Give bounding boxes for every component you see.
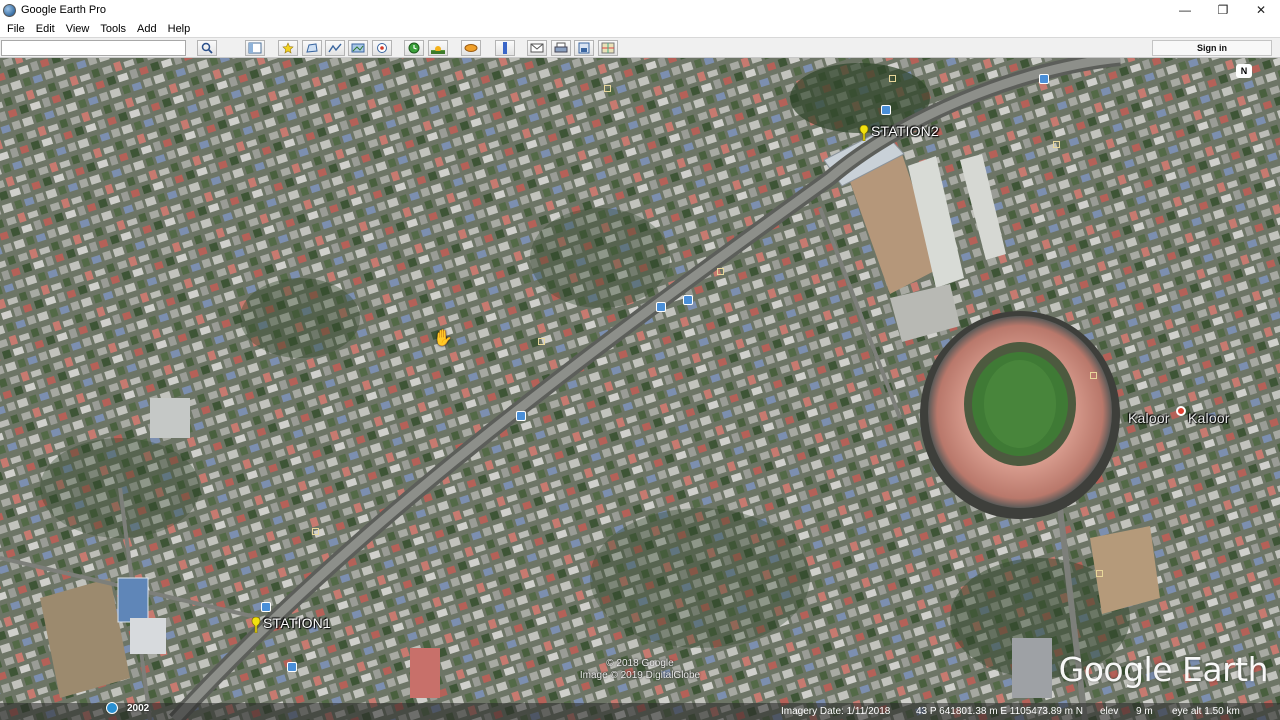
menu-bar: File Edit View Tools Add Help [0,20,1280,37]
path-icon [328,43,342,53]
transit-poi-icon[interactable] [656,302,666,312]
place-label-kaloor[interactable]: Kaloor [1128,410,1170,426]
google-earth-app-icon [3,3,16,17]
placemark-label-station2[interactable]: STATION2 [871,123,939,139]
location-pin-icon[interactable] [1176,406,1186,416]
map-view[interactable]: STATION2 STATION1 Kaloor Kaloor N ✋ © 20… [0,58,1280,720]
globe-icon [106,702,118,714]
sign-in-button[interactable]: Sign in [1152,40,1272,56]
sidebar-toggle-button[interactable] [245,40,265,56]
record-tour-button[interactable] [372,40,392,56]
window-title: Google Earth Pro [21,4,106,16]
email-button[interactable] [527,40,547,56]
menu-add[interactable]: Add [133,23,161,35]
minimize-button[interactable]: — [1166,0,1204,20]
compass-north-indicator[interactable]: N [1236,64,1252,78]
add-image-overlay-button[interactable] [348,40,368,56]
tour-icon [377,43,387,53]
placemark-icon [282,42,294,54]
print-button[interactable] [551,40,571,56]
place-poi-icon[interactable] [889,75,896,82]
menu-edit[interactable]: Edit [32,23,59,35]
sunlight-button[interactable] [428,40,448,56]
search-input[interactable] [1,40,186,56]
historical-year-indicator[interactable]: 2002 [106,702,149,714]
search-icon [201,42,213,54]
ruler-button[interactable] [495,40,515,56]
menu-file[interactable]: File [3,23,29,35]
pushpin-icon[interactable] [250,617,262,633]
elevation-value: 9 m [1136,706,1153,717]
view-in-maps-button[interactable] [598,40,618,56]
restore-button[interactable]: ❐ [1204,0,1242,20]
copyright-google: © 2018 Google [606,658,674,669]
place-poi-icon[interactable] [717,268,724,275]
transit-poi-icon[interactable] [261,602,271,612]
place-poi-icon[interactable] [312,528,319,535]
toolbar: Sign in [0,37,1280,58]
eye-altitude: eye alt 1.50 km [1172,706,1240,717]
satellite-imagery [0,58,1280,720]
menu-tools[interactable]: Tools [96,23,130,35]
add-path-button[interactable] [325,40,345,56]
sun-icon [431,46,445,54]
place-poi-icon[interactable] [604,85,611,92]
search-button[interactable] [197,40,217,56]
google-earth-logo: Google Earth [1058,650,1269,689]
historical-imagery-button[interactable] [404,40,424,56]
polygon-icon [306,43,318,53]
planets-icon [464,44,478,52]
window-controls: — ❐ ✕ [1166,0,1280,20]
ruler-icon [503,42,507,54]
transit-poi-icon[interactable] [683,295,693,305]
placemark-label-station1[interactable]: STATION1 [263,615,331,631]
menu-help[interactable]: Help [164,23,195,35]
place-label-kaloor-secondary[interactable]: Kaloor [1188,410,1230,426]
switch-planets-button[interactable] [461,40,481,56]
email-icon [530,43,544,53]
imagery-year: 2002 [127,702,150,714]
save-image-icon [578,42,590,54]
pushpin-icon[interactable] [858,125,870,141]
overlay-icon [351,43,365,53]
cursor-coordinates: 43 P 641801.38 m E 1105473.89 m N [916,706,1083,717]
hand-cursor-icon: ✋ [433,330,453,347]
sidebar-icon [248,42,262,54]
copyright-imagery: Image © 2019 DigitalGlobe [579,670,701,681]
title-bar: Google Earth Pro — ❐ ✕ [0,0,1280,20]
transit-poi-icon[interactable] [287,662,297,672]
save-image-button[interactable] [574,40,594,56]
add-polygon-button[interactable] [302,40,322,56]
place-poi-icon[interactable] [1090,372,1097,379]
print-icon [554,42,568,53]
elevation-label: elev [1100,706,1119,717]
add-placemark-button[interactable] [278,40,298,56]
imagery-date: Imagery Date: 1/11/2018 [781,706,891,717]
transit-poi-icon[interactable] [881,105,891,115]
transit-poi-icon[interactable] [1039,74,1049,84]
place-poi-icon[interactable] [1053,141,1060,148]
place-poi-icon[interactable] [538,338,545,345]
menu-view[interactable]: View [62,23,94,35]
status-bar: Imagery Date: 1/11/2018 43 P 641801.38 m… [0,703,1280,720]
transit-poi-icon[interactable] [516,411,526,421]
historical-imagery-icon [408,42,420,54]
place-poi-icon[interactable] [1096,570,1103,577]
close-button[interactable]: ✕ [1242,0,1280,20]
maps-icon [601,42,615,54]
